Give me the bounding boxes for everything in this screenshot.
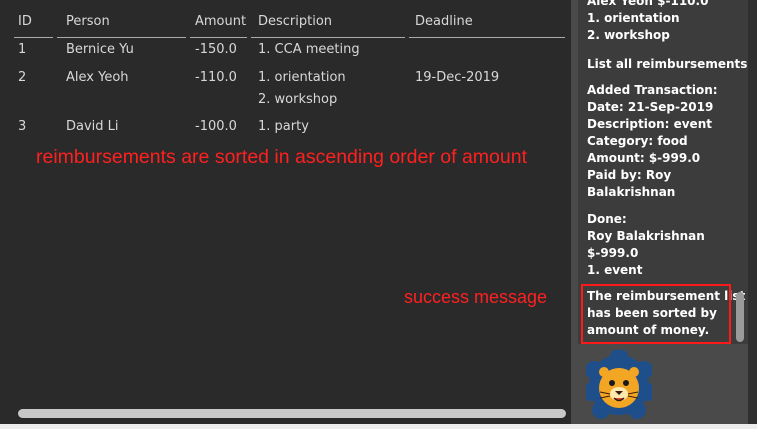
cell-id: 3 xyxy=(18,119,27,134)
history-message: List all reimbursements. xyxy=(587,57,752,71)
column-header-id[interactable]: ID xyxy=(18,14,32,36)
column-header-deadline[interactable]: Deadline xyxy=(415,14,473,36)
cell-amount: -100.0 xyxy=(195,119,237,134)
cell-person: David Li xyxy=(66,119,119,134)
window-edge xyxy=(748,0,757,424)
header-divider xyxy=(57,37,186,38)
cell-amount: -150.0 xyxy=(195,42,237,57)
header-divider xyxy=(190,37,247,38)
history-message: Added Transaction: Date: 21-Sep-2019 Des… xyxy=(587,83,718,199)
column-header-description[interactable]: Description xyxy=(258,14,332,36)
lion-icon xyxy=(582,348,656,420)
history-message: Done: Roy Balakrishnan $-999.0 1. event xyxy=(587,212,705,277)
cell-description: 1. orientation xyxy=(258,70,346,85)
cell-id: 1 xyxy=(18,42,27,57)
cell-description: 1. party xyxy=(258,119,309,134)
cell-description: 1. CCA meeting xyxy=(258,42,360,57)
cell-person: Alex Yeoh xyxy=(66,70,129,85)
cell-description-line2: 2. workshop xyxy=(258,92,338,107)
success-message-annotation: success message xyxy=(404,287,548,307)
cell-deadline: 19-Dec-2019 xyxy=(415,70,500,85)
cell-person: Bernice Yu xyxy=(66,42,134,57)
reimbursement-panel xyxy=(0,0,571,429)
horizontal-scrollbar-thumb[interactable] xyxy=(18,409,566,418)
status-strip xyxy=(0,424,757,429)
vertical-scrollbar-thumb[interactable] xyxy=(736,292,744,342)
cell-amount: -110.0 xyxy=(195,70,237,85)
column-header-person[interactable]: Person xyxy=(66,14,110,36)
header-divider xyxy=(251,37,405,38)
history-message: Alex Yeoh $-110.0 1. orientation 2. work… xyxy=(587,0,709,42)
header-divider xyxy=(409,37,565,38)
sorted-annotation: reimbursements are sorted in ascending o… xyxy=(36,146,528,168)
header-divider xyxy=(14,37,53,38)
success-message-highlight xyxy=(581,284,731,344)
cell-id: 2 xyxy=(18,70,27,85)
column-header-amount[interactable]: Amount xyxy=(195,14,246,36)
